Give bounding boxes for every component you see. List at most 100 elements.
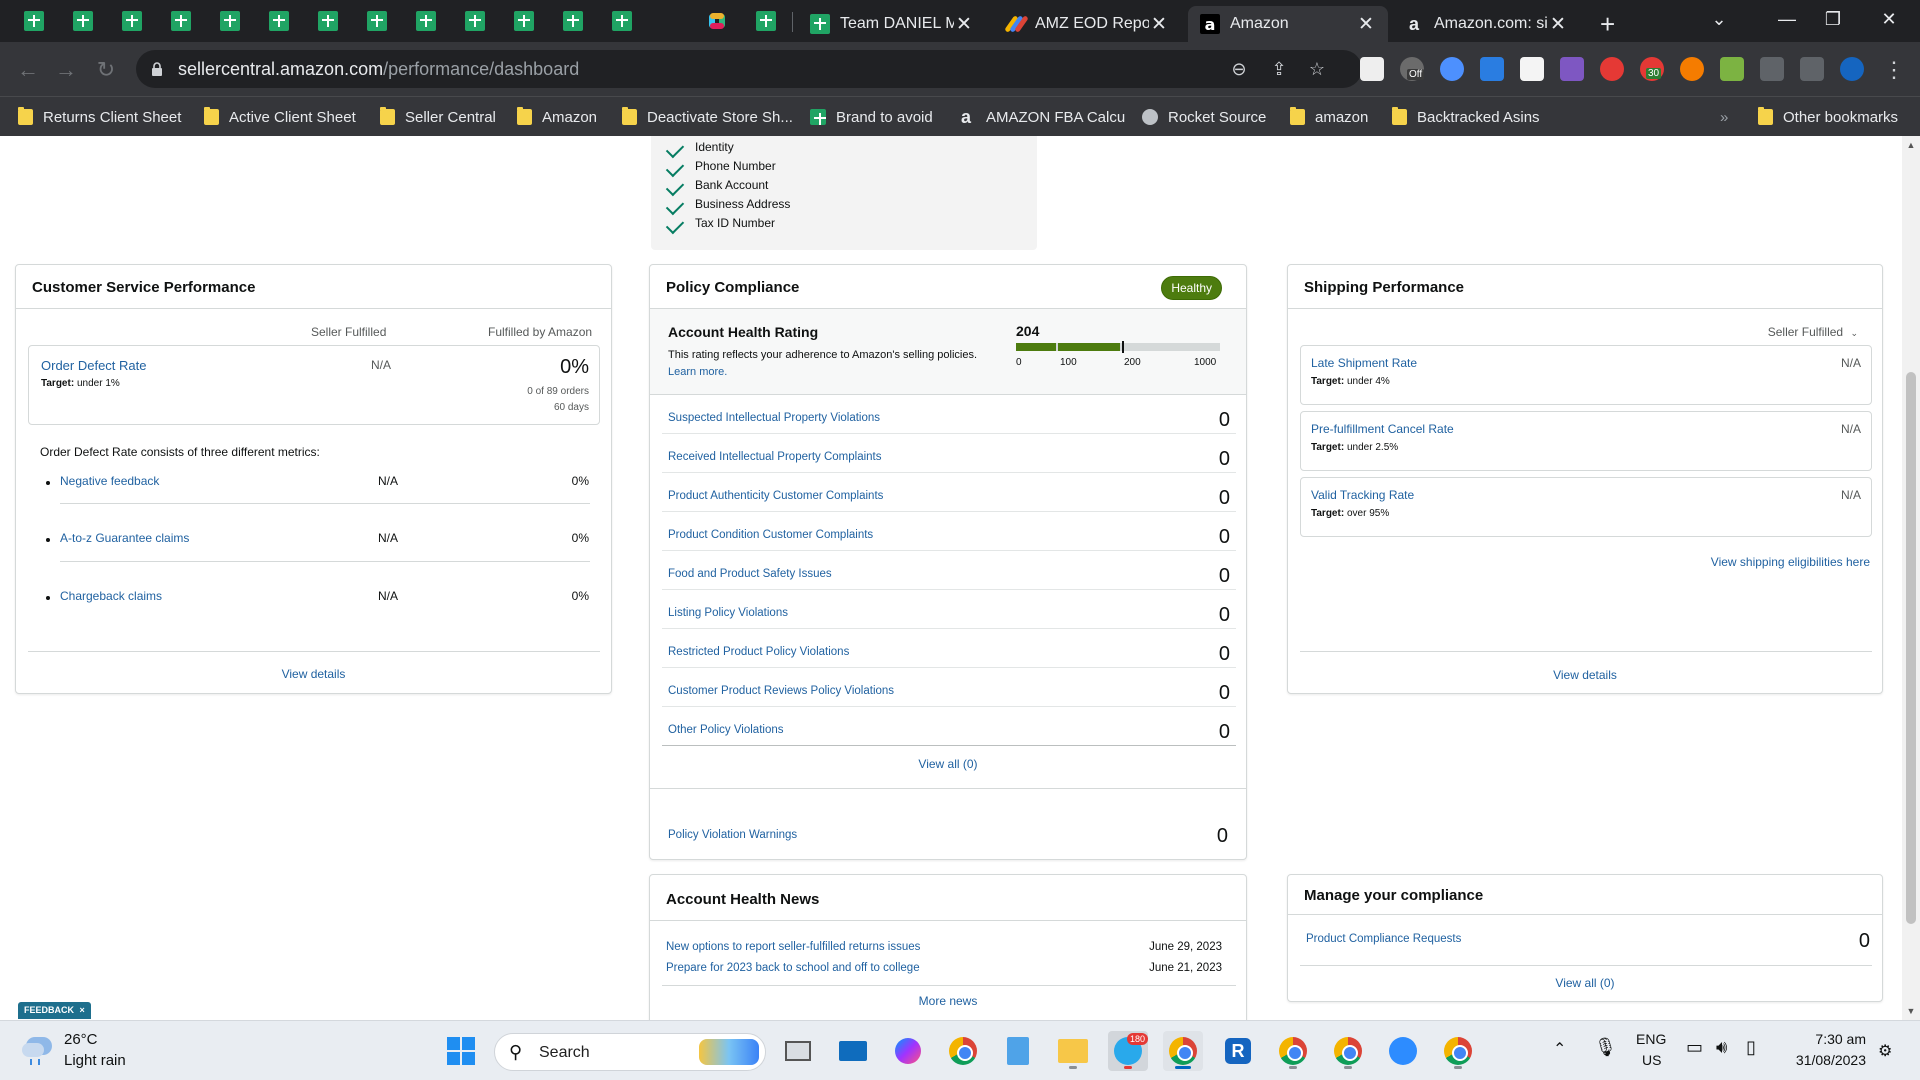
odr-link[interactable]: Order Defect Rate xyxy=(41,358,147,373)
compliance-requests-link[interactable]: Product Compliance Requests xyxy=(1306,933,1461,945)
language-code[interactable]: ENG xyxy=(1636,1031,1666,1047)
extension-icon-9[interactable] xyxy=(1680,57,1704,81)
bookmark-item[interactable]: a AMAZON FBA Calcu xyxy=(956,97,1125,137)
telegram-app[interactable]: 180 xyxy=(1108,1031,1148,1071)
pinned-tab-sheets-8[interactable] xyxy=(357,6,397,36)
shipping-eligibilities-link[interactable]: View shipping eligibilities here xyxy=(1711,555,1870,569)
other-bookmarks[interactable]: Other bookmarks xyxy=(1758,97,1898,137)
close-tab-icon[interactable]: ✕ xyxy=(954,13,974,36)
policy-row-label[interactable]: Suspected Intellectual Property Violatio… xyxy=(668,412,880,424)
policy-row-label[interactable]: Received Intellectual Property Complaint… xyxy=(668,451,882,463)
side-panel-icon[interactable] xyxy=(1800,57,1824,81)
messenger-app[interactable] xyxy=(888,1031,928,1071)
tab-amazon-active[interactable]: a Amazon ✕ xyxy=(1188,6,1388,42)
weather-temp[interactable]: 26°C xyxy=(64,1031,98,1048)
pinned-tab-sheets-1[interactable] xyxy=(14,6,54,36)
view-details-link[interactable]: View details xyxy=(1288,668,1882,682)
tab-search-chevron-icon[interactable]: ⌄ xyxy=(1696,0,1742,38)
bookmark-item[interactable]: Brand to avoid xyxy=(810,97,933,137)
pinned-tab-sheets-11[interactable] xyxy=(504,6,544,36)
extension-icon-pokeball[interactable] xyxy=(1600,57,1624,81)
tab-amazon-com[interactable]: a Amazon.com: sim ✕ xyxy=(1392,6,1580,42)
bookmark-item[interactable]: Deactivate Store Sh... xyxy=(622,97,793,137)
pinned-tab-sheets-10[interactable] xyxy=(455,6,495,36)
bookmark-item[interactable]: Amazon xyxy=(517,97,597,137)
clock-date[interactable]: 31/08/2023 xyxy=(1786,1052,1866,1068)
task-view-button[interactable] xyxy=(778,1031,818,1071)
policy-row[interactable]: Listing Policy Violations 0 xyxy=(662,590,1236,629)
policy-row-label[interactable]: Customer Product Reviews Policy Violatio… xyxy=(668,685,894,697)
extension-off-icon[interactable]: Off xyxy=(1400,57,1425,81)
pinned-tab-sheets-5[interactable] xyxy=(210,6,250,36)
forward-arrow-icon[interactable]: → xyxy=(52,56,80,84)
policy-row-label[interactable]: Restricted Product Policy Violations xyxy=(668,646,849,658)
close-icon[interactable]: × xyxy=(80,1005,85,1015)
bookmark-item[interactable]: Active Client Sheet xyxy=(204,97,356,137)
policy-row-label[interactable]: Other Policy Violations xyxy=(668,724,783,736)
policy-row[interactable]: Food and Product Safety Issues 0 xyxy=(662,551,1236,590)
r-app[interactable]: R xyxy=(1218,1031,1258,1071)
valid-tracking-link[interactable]: Valid Tracking Rate xyxy=(1311,488,1414,502)
metric-negative-feedback-link[interactable]: Negative feedback xyxy=(60,474,159,488)
policy-row[interactable]: Product Authenticity Customer Complaints… xyxy=(662,473,1236,512)
chrome-app-4[interactable] xyxy=(1328,1031,1368,1071)
taskbar-search-box[interactable]: ⚲ Search xyxy=(494,1033,766,1071)
tab-team-daniel[interactable]: Team DANIEL Mo ✕ xyxy=(798,6,986,42)
pinned-tab-sheets-3[interactable] xyxy=(112,6,152,36)
policy-view-all-link[interactable]: View all (0) xyxy=(650,757,1246,771)
back-arrow-icon[interactable]: ← xyxy=(14,56,42,84)
extension-icon-3[interactable] xyxy=(1440,57,1464,81)
compliance-view-all-link[interactable]: View all (0) xyxy=(1288,976,1882,990)
policy-row[interactable]: Other Policy Violations 0 xyxy=(662,707,1236,746)
policy-row[interactable]: Product Condition Customer Complaints 0 xyxy=(662,512,1236,551)
bookmark-item[interactable]: Backtracked Asins xyxy=(1392,97,1540,137)
feedback-tab[interactable]: FEEDBACK × xyxy=(18,1002,91,1019)
close-tab-icon[interactable]: ✕ xyxy=(1548,13,1568,36)
zoom-icon[interactable]: ⊖ xyxy=(1228,58,1250,80)
policy-row-label[interactable]: Product Authenticity Customer Complaints xyxy=(668,490,883,502)
close-tab-icon[interactable]: ✕ xyxy=(1356,13,1376,36)
pinned-tab-sheets-4[interactable] xyxy=(161,6,201,36)
metric-atoz-link[interactable]: A-to-z Guarantee claims xyxy=(60,531,189,545)
close-window-icon[interactable]: ✕ xyxy=(1866,0,1912,38)
address-bar[interactable]: sellercentral.amazon.com/performance/das… xyxy=(136,50,1362,88)
bookmark-item[interactable]: Rocket Source xyxy=(1142,97,1266,137)
pinned-tab-sheets-13[interactable] xyxy=(602,6,642,36)
metric-chargeback-link[interactable]: Chargeback claims xyxy=(60,589,162,603)
learn-more-link[interactable]: Learn more. xyxy=(668,366,727,378)
extension-count-icon[interactable]: 30 xyxy=(1640,57,1664,81)
bookmarks-overflow-button[interactable]: » xyxy=(1720,97,1728,137)
tab-amz-eod-report[interactable]: AMZ EOD Report ✕ xyxy=(993,6,1181,42)
news-link[interactable]: New options to report seller-fulfilled r… xyxy=(666,941,920,953)
policy-row-label[interactable]: Food and Product Safety Issues xyxy=(668,568,832,580)
network-icon[interactable]: ▭ xyxy=(1686,1037,1703,1058)
pinned-tab-sheets-2[interactable] xyxy=(63,6,103,36)
file-explorer-app[interactable] xyxy=(1053,1031,1093,1071)
extension-icon-1[interactable] xyxy=(1360,57,1384,81)
windows-start-button[interactable] xyxy=(441,1031,481,1071)
chrome-app-5[interactable] xyxy=(1438,1031,1478,1071)
clock-time[interactable]: 7:30 am xyxy=(1780,1031,1866,1047)
profile-avatar[interactable] xyxy=(1840,57,1864,81)
view-details-link[interactable]: View details xyxy=(16,667,611,681)
pinned-tab-sheets-6[interactable] xyxy=(259,6,299,36)
scrollbar-thumb[interactable] xyxy=(1906,372,1916,924)
bookmark-item[interactable]: Returns Client Sheet xyxy=(18,97,181,137)
chrome-app-2[interactable] xyxy=(1163,1031,1203,1071)
pinned-tab-slack[interactable] xyxy=(697,6,737,36)
bookmark-star-icon[interactable]: ☆ xyxy=(1306,58,1328,80)
chrome-app-1[interactable] xyxy=(943,1031,983,1071)
extension-icon-10[interactable] xyxy=(1720,57,1744,81)
policy-row[interactable]: Restricted Product Policy Violations 0 xyxy=(662,629,1236,668)
more-menu-icon[interactable]: ⋮ xyxy=(1880,56,1908,84)
pinned-tab-sheets-7[interactable] xyxy=(308,6,348,36)
scroll-down-arrow-icon[interactable]: ▼ xyxy=(1906,1006,1916,1016)
policy-row[interactable]: Customer Product Reviews Policy Violatio… xyxy=(662,668,1236,707)
notification-icon[interactable]: ⚙︎ xyxy=(1878,1041,1892,1061)
bookmark-item[interactable]: amazon xyxy=(1290,97,1368,137)
url-text[interactable]: sellercentral.amazon.com/performance/das… xyxy=(178,59,579,80)
new-tab-button[interactable]: + xyxy=(1594,6,1630,42)
scroll-up-arrow-icon[interactable]: ▲ xyxy=(1906,140,1916,150)
share-icon[interactable]: ⇪ xyxy=(1268,58,1290,80)
more-news-link[interactable]: More news xyxy=(650,994,1246,1008)
